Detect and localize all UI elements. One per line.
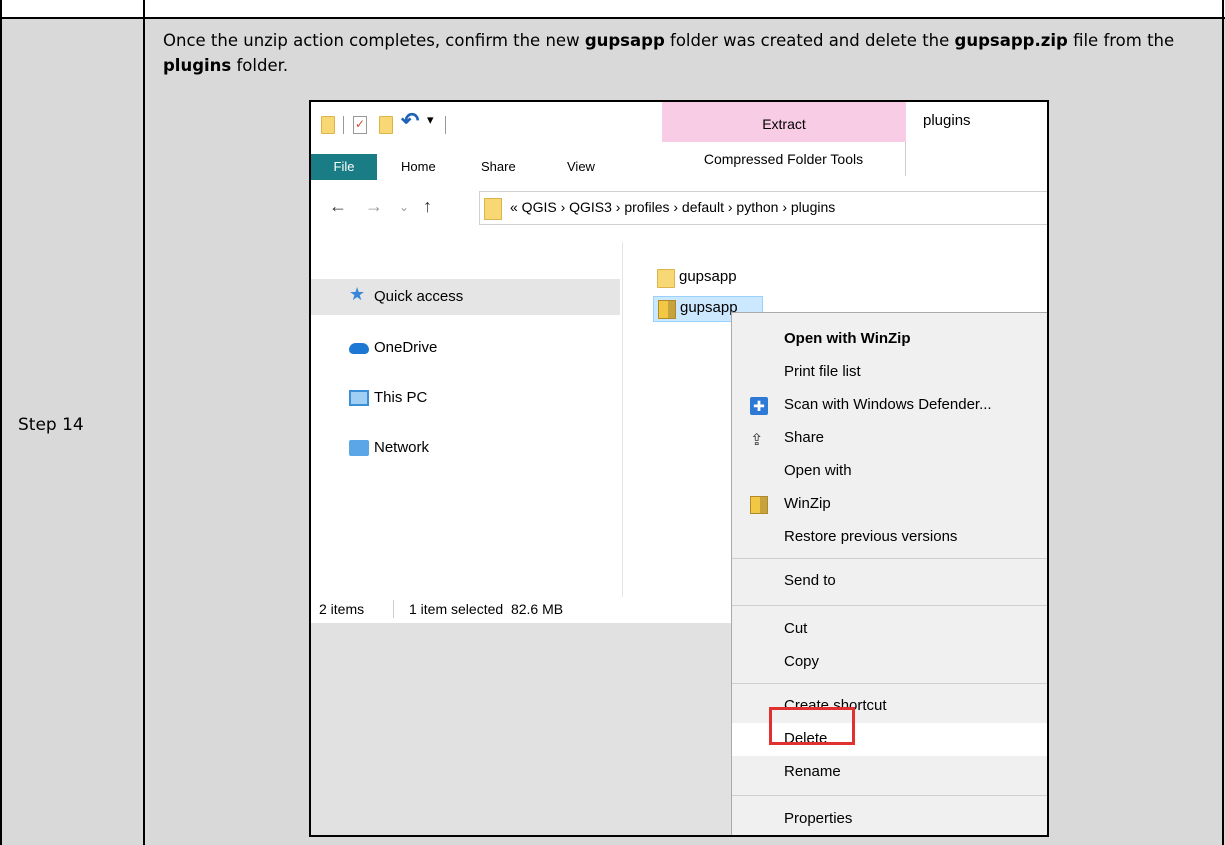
menu-item-label: Open with: [784, 462, 852, 479]
recent-locations-chevron-icon[interactable]: ⌄: [399, 200, 409, 214]
table-border-right: [1222, 0, 1224, 845]
customize-toolbar-icon[interactable]: ▾: [427, 112, 434, 128]
status-bar: 2 items 1 item selected 82.6 MB: [311, 597, 731, 623]
menu-item-rename[interactable]: Rename: [732, 756, 1047, 789]
cloud-icon: [349, 343, 369, 354]
back-arrow-icon[interactable]: ←: [329, 196, 347, 217]
table-top-gap: [0, 0, 1225, 18]
menu-item-open-with[interactable]: Open with: [732, 455, 1047, 488]
status-selection: 1 item selected 82.6 MB: [409, 601, 564, 617]
explorer-window: ✓ ↶ ▾ Extract Compressed Folder Tools pl…: [309, 100, 1049, 837]
folder-icon: [657, 269, 675, 288]
instruction-text: folder was created and delete the: [664, 31, 955, 50]
menu-item-label: Restore previous versions: [784, 528, 958, 545]
menu-item-scan-defender[interactable]: ✚ Scan with Windows Defender...: [732, 389, 1047, 422]
menu-item-label: Properties: [784, 810, 853, 827]
document-table: Step 14 Once the unzip action completes,…: [0, 0, 1225, 845]
table-row-divider: [0, 17, 1225, 19]
instruction-zip-name: gupsapp.zip: [954, 31, 1068, 50]
window-title: plugins: [923, 112, 971, 129]
address-row: ← → ⌄ ↑ « QGIS › QGIS3 › profiles › defa…: [311, 188, 1047, 228]
menu-item-label: WinZip: [784, 495, 831, 512]
menu-item-copy[interactable]: Copy: [732, 646, 1047, 679]
undo-icon[interactable]: ↶: [401, 108, 419, 133]
sidebar-item-label: OneDrive: [374, 339, 438, 356]
menu-item-label: Send to: [784, 572, 836, 589]
tab-share[interactable]: Share: [481, 154, 516, 180]
breadcrumb[interactable]: « QGIS › QGIS3 › profiles › default › py…: [510, 199, 835, 215]
toolbar-separator: [445, 116, 446, 134]
instruction-text: Once the unzip action completes, confirm…: [163, 31, 585, 50]
tab-home[interactable]: Home: [401, 154, 436, 180]
new-folder-icon[interactable]: [379, 116, 393, 134]
sidebar-item-onedrive[interactable]: OneDrive: [311, 330, 620, 366]
table-border-left: [0, 0, 2, 845]
ribbon-tabs: File Home Share View: [311, 154, 1047, 180]
share-icon: ⇪: [750, 432, 764, 449]
file-name: gupsapp: [679, 268, 737, 285]
sidebar-item-label: Network: [374, 439, 430, 456]
menu-item-properties[interactable]: Properties: [732, 803, 1047, 835]
menu-item-send-to[interactable]: Send to: [732, 565, 1047, 598]
sidebar-item-label: Quick access: [374, 288, 464, 305]
shield-icon: ✚: [750, 397, 768, 415]
star-icon: ★: [349, 284, 366, 304]
menu-item-cut[interactable]: Cut: [732, 613, 1047, 646]
menu-item-winzip[interactable]: WinZip: [732, 488, 1047, 521]
context-menu: Open with WinZip Print file list ✚ Scan …: [731, 312, 1047, 835]
tab-view[interactable]: View: [567, 154, 595, 180]
navigation-pane: ★ Quick access OneDrive This PC Network: [311, 242, 623, 597]
sidebar-item-network[interactable]: Network: [311, 430, 620, 466]
menu-item-label: Print file list: [784, 363, 861, 380]
properties-check-icon[interactable]: ✓: [353, 116, 367, 134]
instruction-text: folder.: [231, 56, 289, 75]
menu-item-label: Share: [784, 429, 825, 446]
table-column-divider: [143, 0, 145, 845]
menu-separator: [732, 558, 1047, 559]
menu-item-label: Scan with Windows Defender...: [784, 396, 992, 413]
up-arrow-icon[interactable]: ↑: [423, 196, 432, 217]
menu-item-restore-previous-versions[interactable]: Restore previous versions: [732, 521, 1047, 554]
file-name: gupsapp: [680, 299, 738, 316]
tab-extract[interactable]: Extract: [662, 102, 906, 142]
folder-icon[interactable]: [321, 116, 335, 134]
network-icon: [349, 440, 369, 456]
menu-item-label: Cut: [784, 620, 808, 637]
step-label: Step 14: [18, 415, 84, 435]
menu-separator: [732, 795, 1047, 796]
folder-icon: [484, 198, 502, 220]
winzip-icon: [750, 496, 768, 514]
computer-icon: [349, 390, 369, 406]
instruction-folder-name: gupsapp: [584, 31, 665, 50]
menu-item-label: Open with WinZip: [784, 330, 911, 347]
menu-separator: [732, 683, 1047, 684]
toolbar-separator: [343, 116, 344, 134]
sidebar-item-quick-access[interactable]: ★ Quick access: [311, 279, 620, 315]
list-item-gupsapp-folder[interactable]: gupsapp: [653, 266, 763, 292]
menu-separator: [732, 605, 1047, 606]
status-separator: [393, 600, 394, 618]
status-item-count: 2 items: [319, 601, 365, 617]
menu-item-label: Rename: [784, 763, 841, 780]
menu-item-share[interactable]: ⇪ Share: [732, 422, 1047, 455]
instruction-text: file from the: [1067, 31, 1175, 50]
instruction-plugins-name: plugins: [163, 56, 232, 75]
menu-item-open-with-winzip[interactable]: Open with WinZip: [732, 323, 1047, 356]
address-bar[interactable]: « QGIS › QGIS3 › profiles › default › py…: [479, 191, 1047, 225]
sidebar-item-label: This PC: [374, 389, 428, 406]
forward-arrow-icon[interactable]: →: [365, 196, 383, 217]
sidebar-item-this-pc[interactable]: This PC: [311, 380, 620, 416]
menu-item-label: Copy: [784, 653, 820, 670]
tab-file[interactable]: File: [311, 154, 377, 180]
delete-highlight-box: [769, 707, 855, 745]
menu-item-print-file-list[interactable]: Print file list: [732, 356, 1047, 389]
zip-archive-icon: [658, 300, 676, 319]
step-instruction: Once the unzip action completes, confirm…: [163, 28, 1203, 78]
